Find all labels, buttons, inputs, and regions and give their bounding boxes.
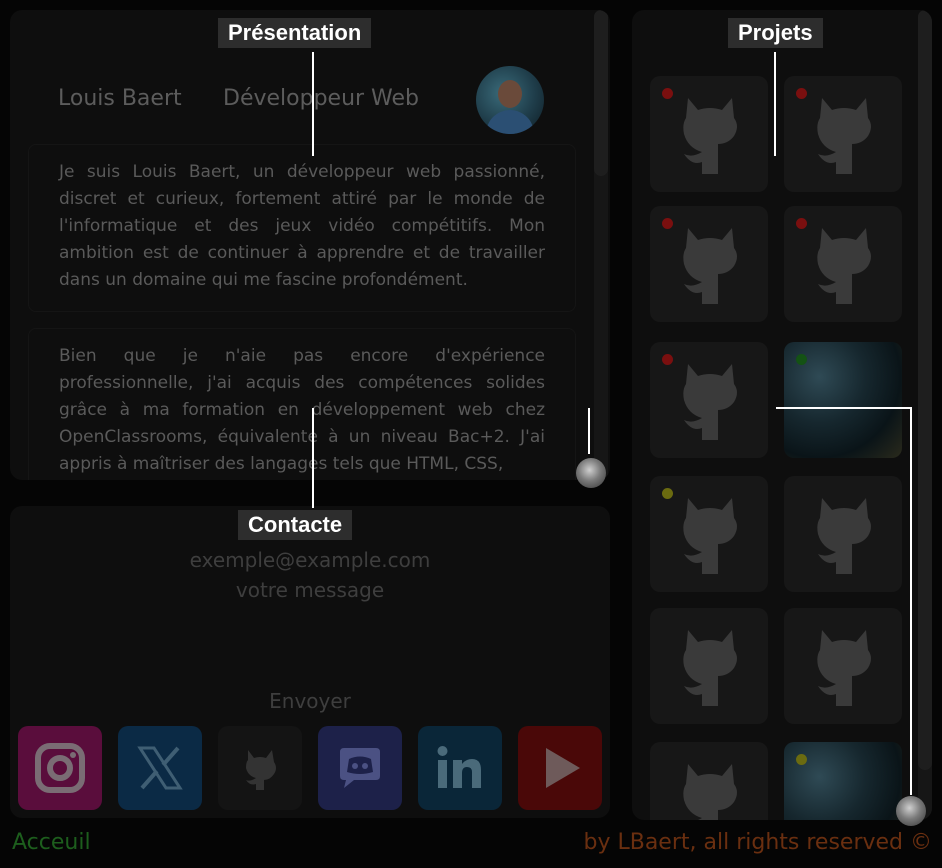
youtube-button[interactable] [518, 726, 602, 810]
copyright-text: by LBaert, all rights reserved © [583, 830, 933, 855]
github-icon [817, 98, 871, 174]
github-icon [817, 228, 871, 304]
project-card[interactable] [650, 742, 768, 820]
projects-panel[interactable] [632, 10, 932, 820]
presentation-scrollbar-thumb[interactable] [594, 10, 608, 176]
github-icon [683, 228, 737, 304]
project-card[interactable] [650, 206, 768, 322]
contact-connector [312, 408, 314, 508]
presentation-label: Présentation [218, 18, 372, 48]
presentation-paragraph-1: Je suis Louis Baert, un développeur web … [28, 144, 576, 312]
project-status-dot [662, 488, 673, 499]
instagram-button[interactable] [18, 726, 102, 810]
discord-icon [340, 748, 380, 788]
github-icon [683, 630, 737, 706]
youtube-icon [546, 748, 580, 788]
projects-scrollbar[interactable] [918, 10, 932, 820]
project-card[interactable] [650, 476, 768, 592]
project-status-dot [796, 218, 807, 229]
home-link[interactable]: Acceuil [12, 830, 91, 855]
project-card[interactable] [650, 342, 768, 458]
projects-scrollbar-thumb[interactable] [918, 10, 932, 770]
presentation-scroll-handle[interactable] [576, 458, 606, 488]
presentation-panel[interactable]: Louis Baert Développeur Web Je suis Loui… [10, 10, 610, 480]
github-icon [817, 498, 871, 574]
projects-scroll-connector-vertical [910, 407, 912, 795]
project-status-dot [662, 354, 673, 365]
github-icon [683, 364, 737, 440]
github-button[interactable] [218, 726, 302, 810]
project-card[interactable] [784, 342, 902, 458]
projects-scroll-connector-horizontal [776, 407, 912, 409]
github-icon [683, 764, 737, 820]
linkedin-button[interactable] [418, 726, 502, 810]
github-icon [246, 750, 276, 790]
projects-scroll-handle[interactable] [896, 796, 926, 826]
email-input[interactable]: exemple@example.com [10, 548, 610, 572]
project-card[interactable] [784, 608, 902, 724]
presentation-scroll-connector [588, 408, 590, 454]
contact-panel: exemple@example.com votre message Envoye… [10, 506, 610, 818]
avatar [476, 66, 544, 134]
x-button[interactable] [118, 726, 202, 810]
instagram-icon [35, 743, 85, 793]
profile-name: Louis Baert [58, 86, 182, 111]
send-button[interactable]: Envoyer [10, 689, 610, 713]
presentation-scrollbar[interactable] [594, 10, 608, 480]
projects-connector [774, 52, 776, 156]
presentation-connector [312, 52, 314, 156]
project-status-dot [796, 354, 807, 365]
presentation-paragraph-2: Bien que je n'aie pas encore d'expérienc… [28, 328, 576, 480]
project-status-dot [662, 218, 673, 229]
message-textarea[interactable]: votre message [10, 578, 610, 602]
project-card[interactable] [784, 76, 902, 192]
project-card[interactable] [784, 206, 902, 322]
project-card[interactable] [784, 476, 902, 592]
contact-label: Contacte [238, 510, 353, 540]
github-icon [817, 630, 871, 706]
project-card[interactable] [650, 76, 768, 192]
project-status-dot [662, 88, 673, 99]
github-icon [683, 498, 737, 574]
profile-role: Développeur Web [223, 86, 420, 111]
github-icon [683, 98, 737, 174]
project-status-dot [796, 88, 807, 99]
discord-button[interactable] [318, 726, 402, 810]
project-card[interactable] [784, 742, 902, 820]
x-icon [137, 746, 183, 790]
project-card[interactable] [650, 608, 768, 724]
projects-label: Projets [728, 18, 823, 48]
linkedin-icon [437, 746, 481, 788]
project-status-dot [796, 754, 807, 765]
